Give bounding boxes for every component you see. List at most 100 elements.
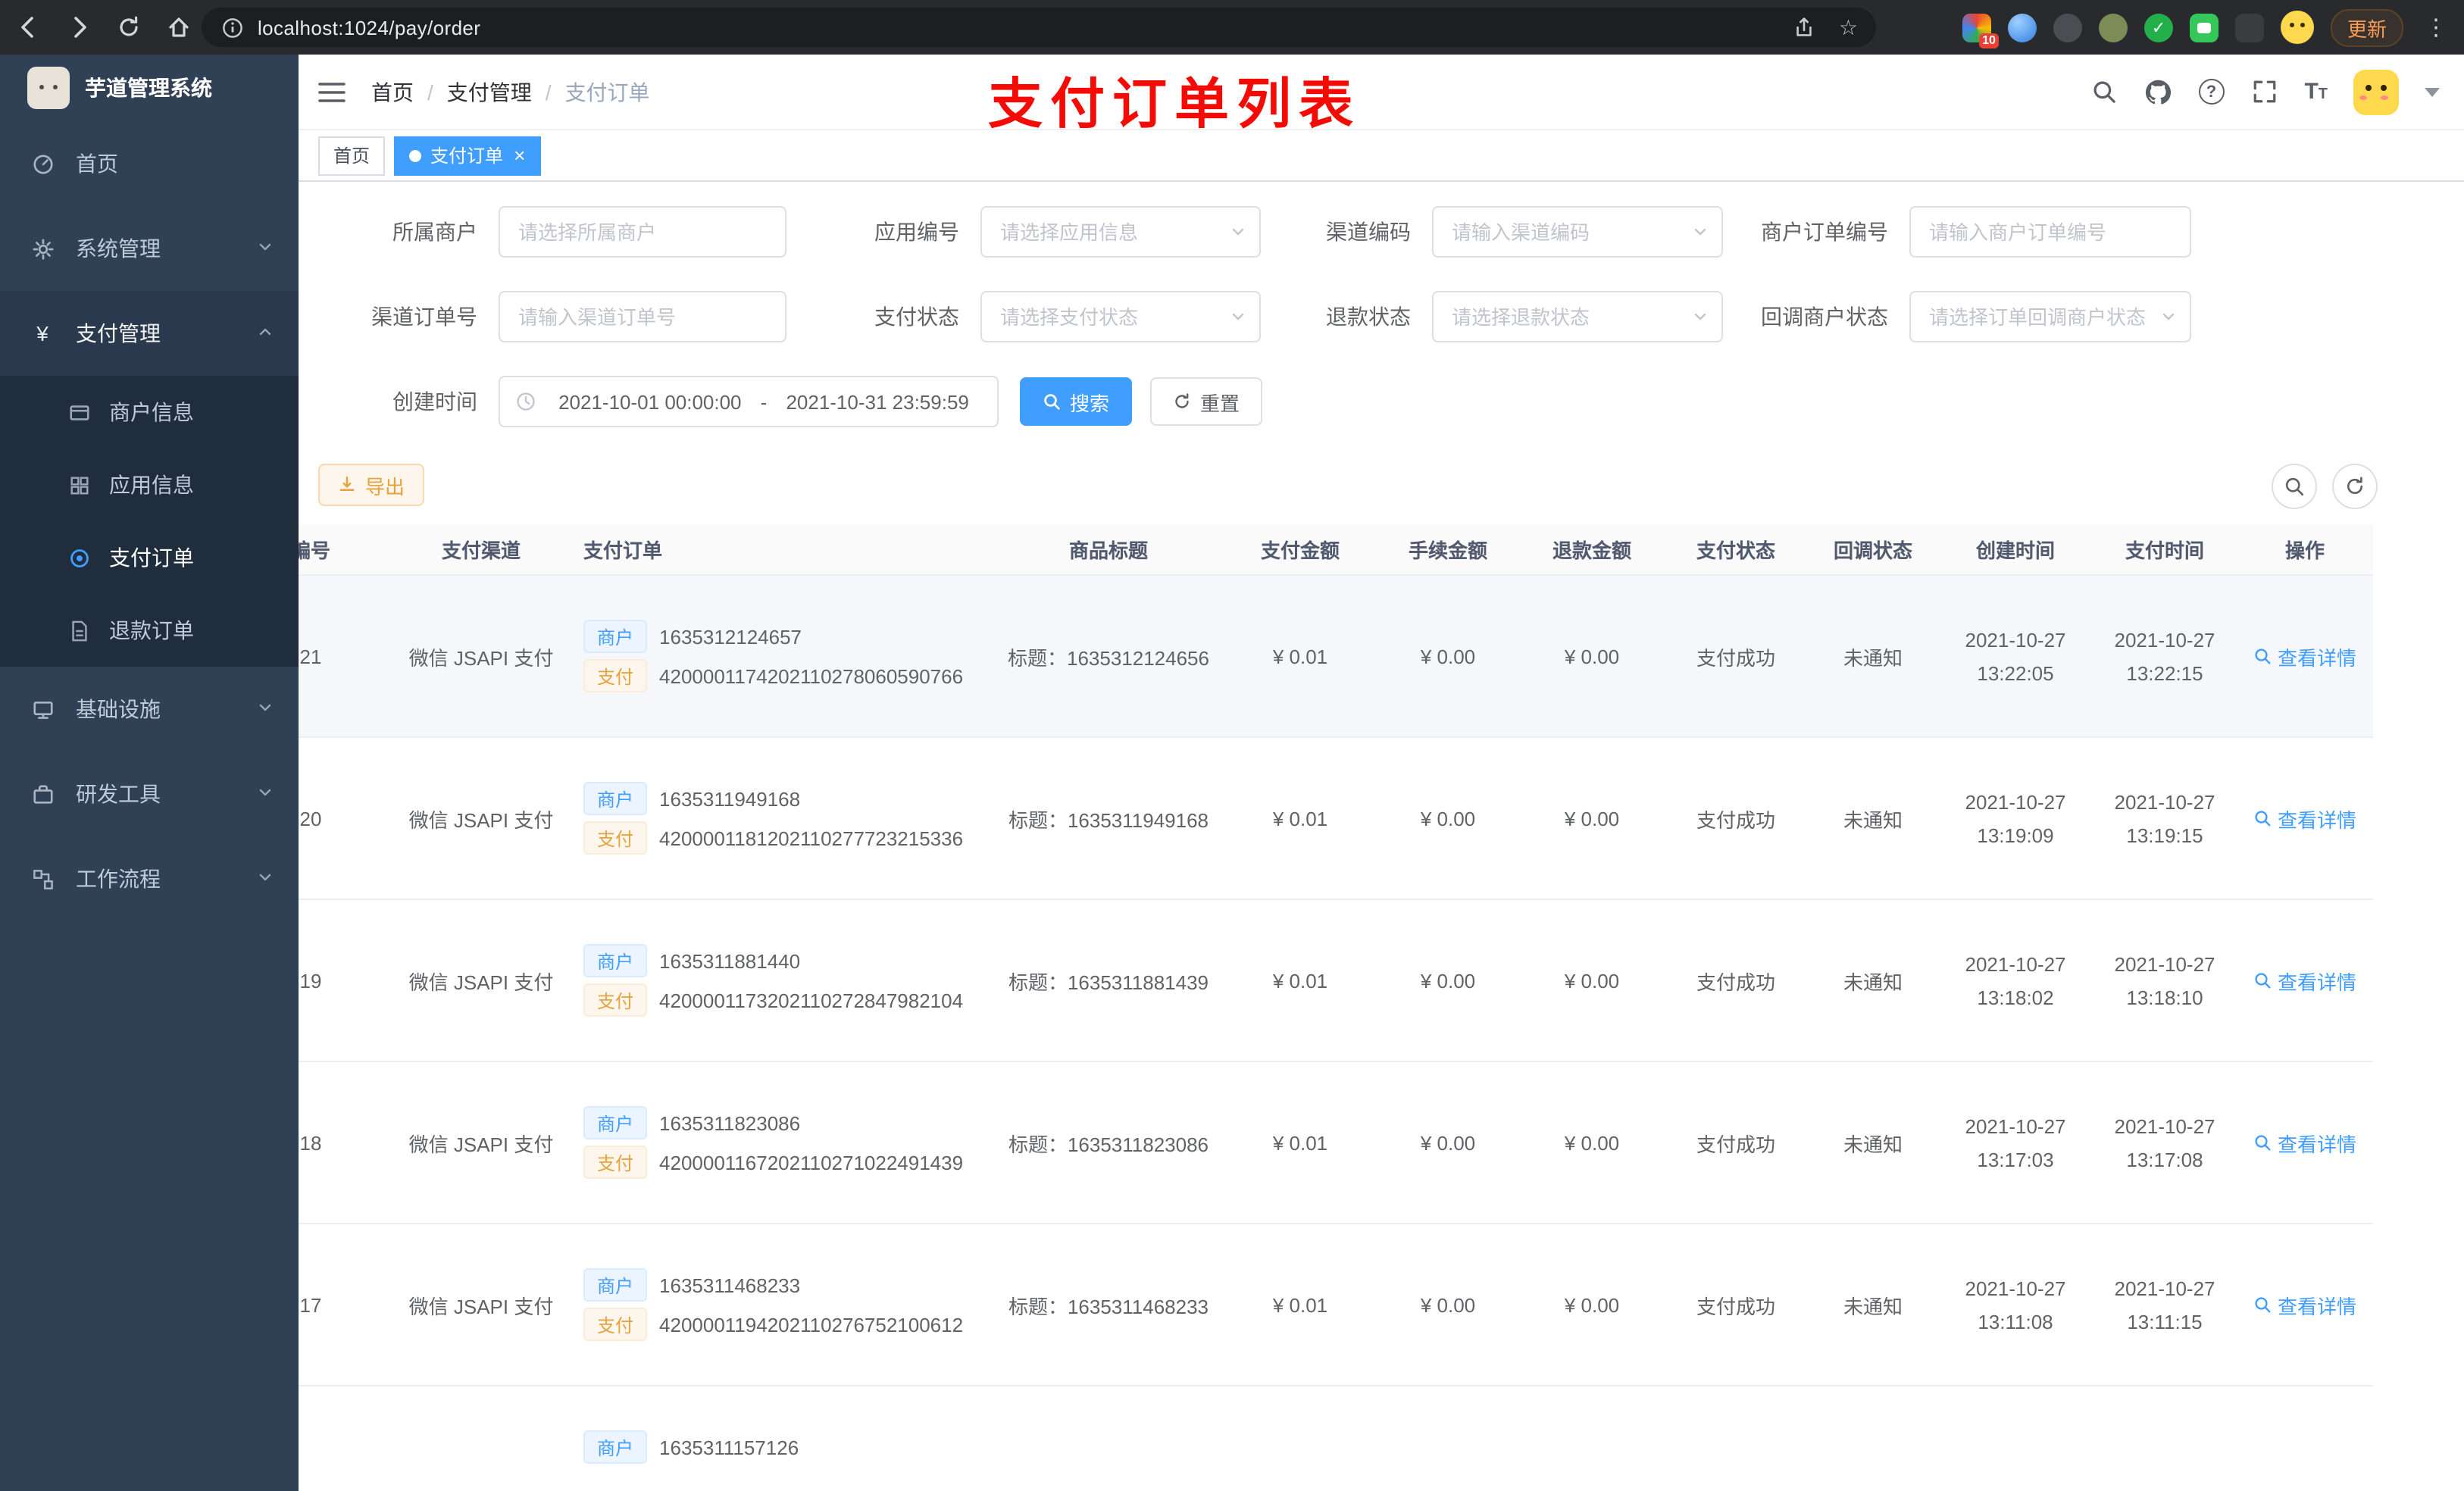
channel-code-select[interactable] [1432,206,1723,258]
site-info-icon[interactable] [220,14,245,40]
pay-order-line: 支付 4200001194202110276752100612 [583,1308,993,1341]
sidebar-item-workflow[interactable]: 工作流程 [0,836,299,921]
notify-status-input[interactable] [1909,291,2191,342]
monitor-icon [30,697,55,721]
close-icon[interactable] [514,145,525,165]
merchant-order-no-field[interactable] [1909,206,2191,258]
search-icon[interactable] [2089,77,2118,106]
forward-icon[interactable] [65,14,91,40]
home-icon[interactable] [165,14,191,40]
export-button-label: 导出 [365,475,405,498]
pay-status-input[interactable] [980,291,1261,342]
create-time: 13:17:03 [1977,1148,2054,1171]
grid-icon [67,473,91,497]
view-detail-label: 查看详情 [2277,808,2356,831]
sidebar-item-dev-tools[interactable]: 研发工具 [0,752,299,836]
address-bar[interactable]: localhost:1024/pay/order ☆ [202,8,1876,47]
top-navbar: 首页 / 支付管理 / 支付订单 ? TT [299,55,2464,130]
filter-label: 回调商户状态 [1761,305,1888,329]
reload-icon[interactable] [115,14,141,40]
date-range-picker[interactable]: 2021-10-01 00:00:00 - 2021-10-31 23:59:5… [499,376,999,427]
filter-form: 所属商户 应用编号 渠道编码 商户订单编号 渠道订单号 [318,206,2464,342]
export-button[interactable]: 导出 [318,464,425,506]
merchant-order-no-input[interactable] [1909,206,2191,258]
cell-create-time: 2021-10-27 13:17:03 [1938,1110,2093,1175]
url-text: localhost:1024/pay/order [258,16,481,39]
view-detail-link[interactable]: 查看详情 [2253,642,2356,670]
browser-update-button[interactable]: 更新 [2330,8,2403,46]
tab-pay-order[interactable]: 支付订单 [394,136,541,175]
share-icon[interactable] [1792,14,1818,40]
merchant-select[interactable] [499,206,786,258]
notify-status-select[interactable] [1909,291,2191,342]
sidebar-item-payment[interactable]: ¥ 支付管理 [0,291,299,376]
github-icon[interactable] [2143,77,2172,106]
user-avatar[interactable] [2353,69,2399,114]
app-id-select[interactable] [980,206,1261,258]
font-size-icon[interactable]: TT [2304,79,2328,105]
extension-icon-4[interactable] [2098,13,2128,42]
column-header-refund: 退款金额 [1552,539,1631,562]
table-row: 16 微信 JSAPI 支付 商户 1635311157126 支付 [299,1386,2373,1491]
sidebar-item-app-info[interactable]: 应用信息 [0,449,299,521]
reset-button[interactable]: 重置 [1150,377,1263,426]
view-detail-link[interactable]: 查看详情 [2253,1290,2356,1319]
logo-image [27,67,70,109]
extension-icon-1[interactable]: 10 [1962,13,1999,48]
refresh-icon[interactable] [2332,464,2378,509]
sidebar-item-merchant-info[interactable]: 商户信息 [0,376,299,449]
view-detail-link[interactable]: 查看详情 [2253,1128,2356,1157]
show-search-icon[interactable] [2272,464,2317,509]
browser-menu-icon[interactable]: ⋮ [2420,14,2452,41]
cell-id: 20 [299,807,322,830]
pay-time: 13:22:15 [2126,661,2203,684]
cell-refund: ¥ 0.00 [1564,1293,1620,1316]
column-header-status: 支付状态 [1696,539,1775,562]
fullscreen-icon[interactable] [2250,77,2278,106]
extension-icon-7[interactable] [2234,13,2264,42]
refund-status-input[interactable] [1432,291,1723,342]
cell-amount: ¥ 0.01 [1272,807,1328,830]
cell-status: 支付成功 [1696,971,1775,993]
extension-icon-2[interactable] [2007,13,2037,42]
pay-order-no: 4200001194202110276752100612 [659,1313,964,1336]
pay-status-select[interactable] [980,291,1261,342]
breadcrumb-current: 支付订单 [564,80,650,104]
breadcrumb-home[interactable]: 首页 [371,77,414,107]
create-time: 13:22:05 [1977,661,2054,684]
app-id-input[interactable] [980,206,1261,258]
sidebar-item-home[interactable]: 首页 [0,121,299,206]
breadcrumb-pay-manage[interactable]: 支付管理 [447,77,532,107]
channel-order-no-field[interactable] [499,291,786,342]
channel-order-no-input[interactable] [499,291,786,342]
extension-icon-5[interactable]: ✓ [2143,13,2173,42]
view-detail-link[interactable]: 查看详情 [2253,804,2356,833]
title-value: 1635311881439 [1067,971,1209,993]
sidebar-item-infrastructure[interactable]: 基础设施 [0,667,299,752]
cell-fee: ¥ 0.00 [1420,969,1476,992]
sidebar-item-system[interactable]: 系统管理 [0,206,299,291]
browser-profile-avatar[interactable] [2280,11,2314,44]
search-button[interactable]: 搜索 [1020,377,1133,426]
merchant-input[interactable] [499,206,786,258]
back-icon[interactable] [15,14,41,40]
navbar-actions: ? TT [2089,69,2440,114]
cell-order-numbers: 商户 1635312124657 支付 42000011742021102780… [576,614,993,699]
cell-refund: ¥ 0.00 [1564,1131,1620,1154]
sidebar-item-pay-order[interactable]: 支付订单 [0,521,299,594]
bookmark-star-icon[interactable]: ☆ [1839,14,1858,40]
clock-icon [515,391,536,412]
collapse-menu-icon[interactable] [317,77,347,107]
avatar-caret-icon[interactable] [2425,87,2440,96]
refund-status-select[interactable] [1432,291,1723,342]
pay-tag: 支付 [583,659,648,692]
tab-home[interactable]: 首页 [318,136,386,175]
sidebar-item-refund-order[interactable]: 退款订单 [0,594,299,667]
table-body: 21 微信 JSAPI 支付 商户 1635312124657 支付 42000… [299,576,2373,1491]
extension-icon-6[interactable] [2189,13,2219,42]
view-detail-link[interactable]: 查看详情 [2253,966,2356,995]
help-icon[interactable]: ? [2198,79,2225,105]
channel-code-input[interactable] [1432,206,1723,258]
column-header-amount: 支付金额 [1260,539,1340,562]
extension-icon-3[interactable] [2053,13,2082,42]
